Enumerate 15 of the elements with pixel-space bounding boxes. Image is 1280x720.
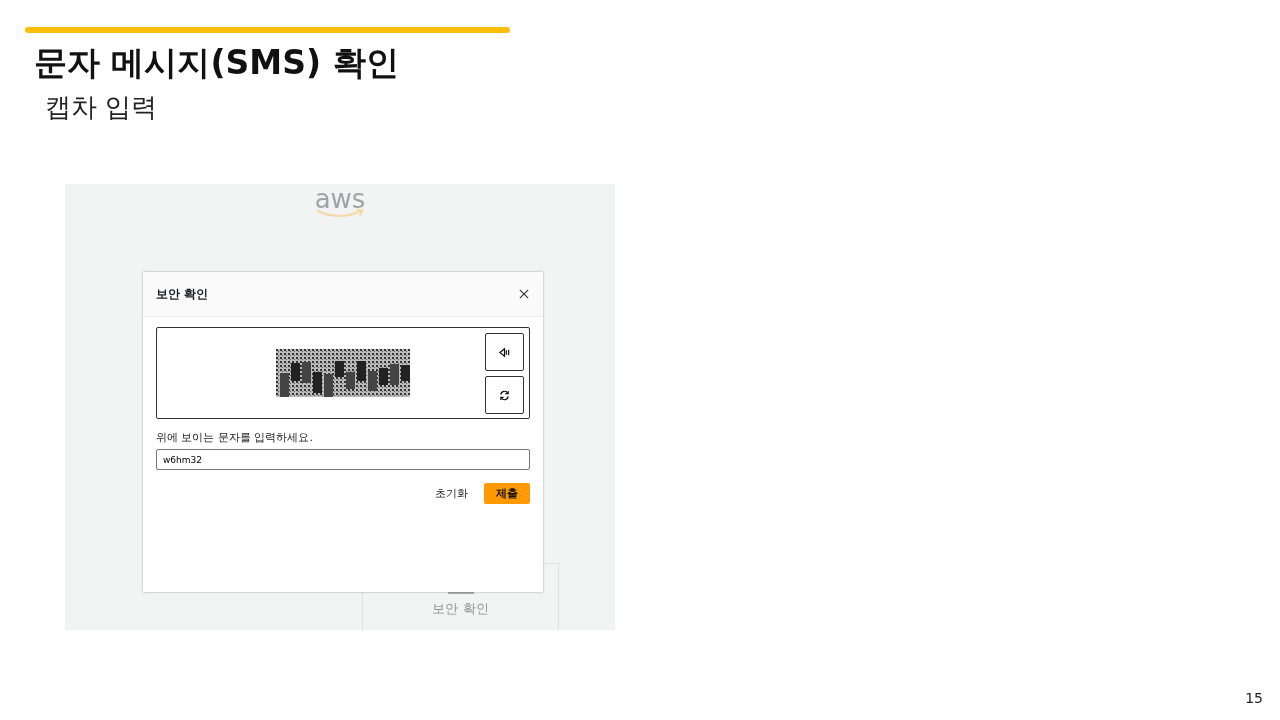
submit-button[interactable]: 제출 (484, 483, 530, 504)
audio-button[interactable] (485, 333, 524, 371)
slide-title: 문자 메시지(SMS) 확인 (34, 42, 400, 84)
logo: aws (305, 184, 375, 218)
card-title: 보안 확인 (432, 600, 489, 618)
input-field[interactable]: w6hm32 (156, 449, 530, 470)
page-number: 15 (1245, 690, 1263, 706)
slide-subtitle: 캡차 입력 (45, 91, 159, 124)
close-icon[interactable] (519, 289, 529, 299)
speaker-icon (499, 346, 510, 358)
reset-button[interactable]: 초기화 (435, 486, 468, 501)
field-label: 위에 보이는 문자를 입력하세요. (156, 430, 314, 445)
refresh-icon (499, 389, 510, 401)
refresh-button[interactable] (485, 376, 524, 414)
dialog-title: 보안 확인 (156, 285, 209, 303)
